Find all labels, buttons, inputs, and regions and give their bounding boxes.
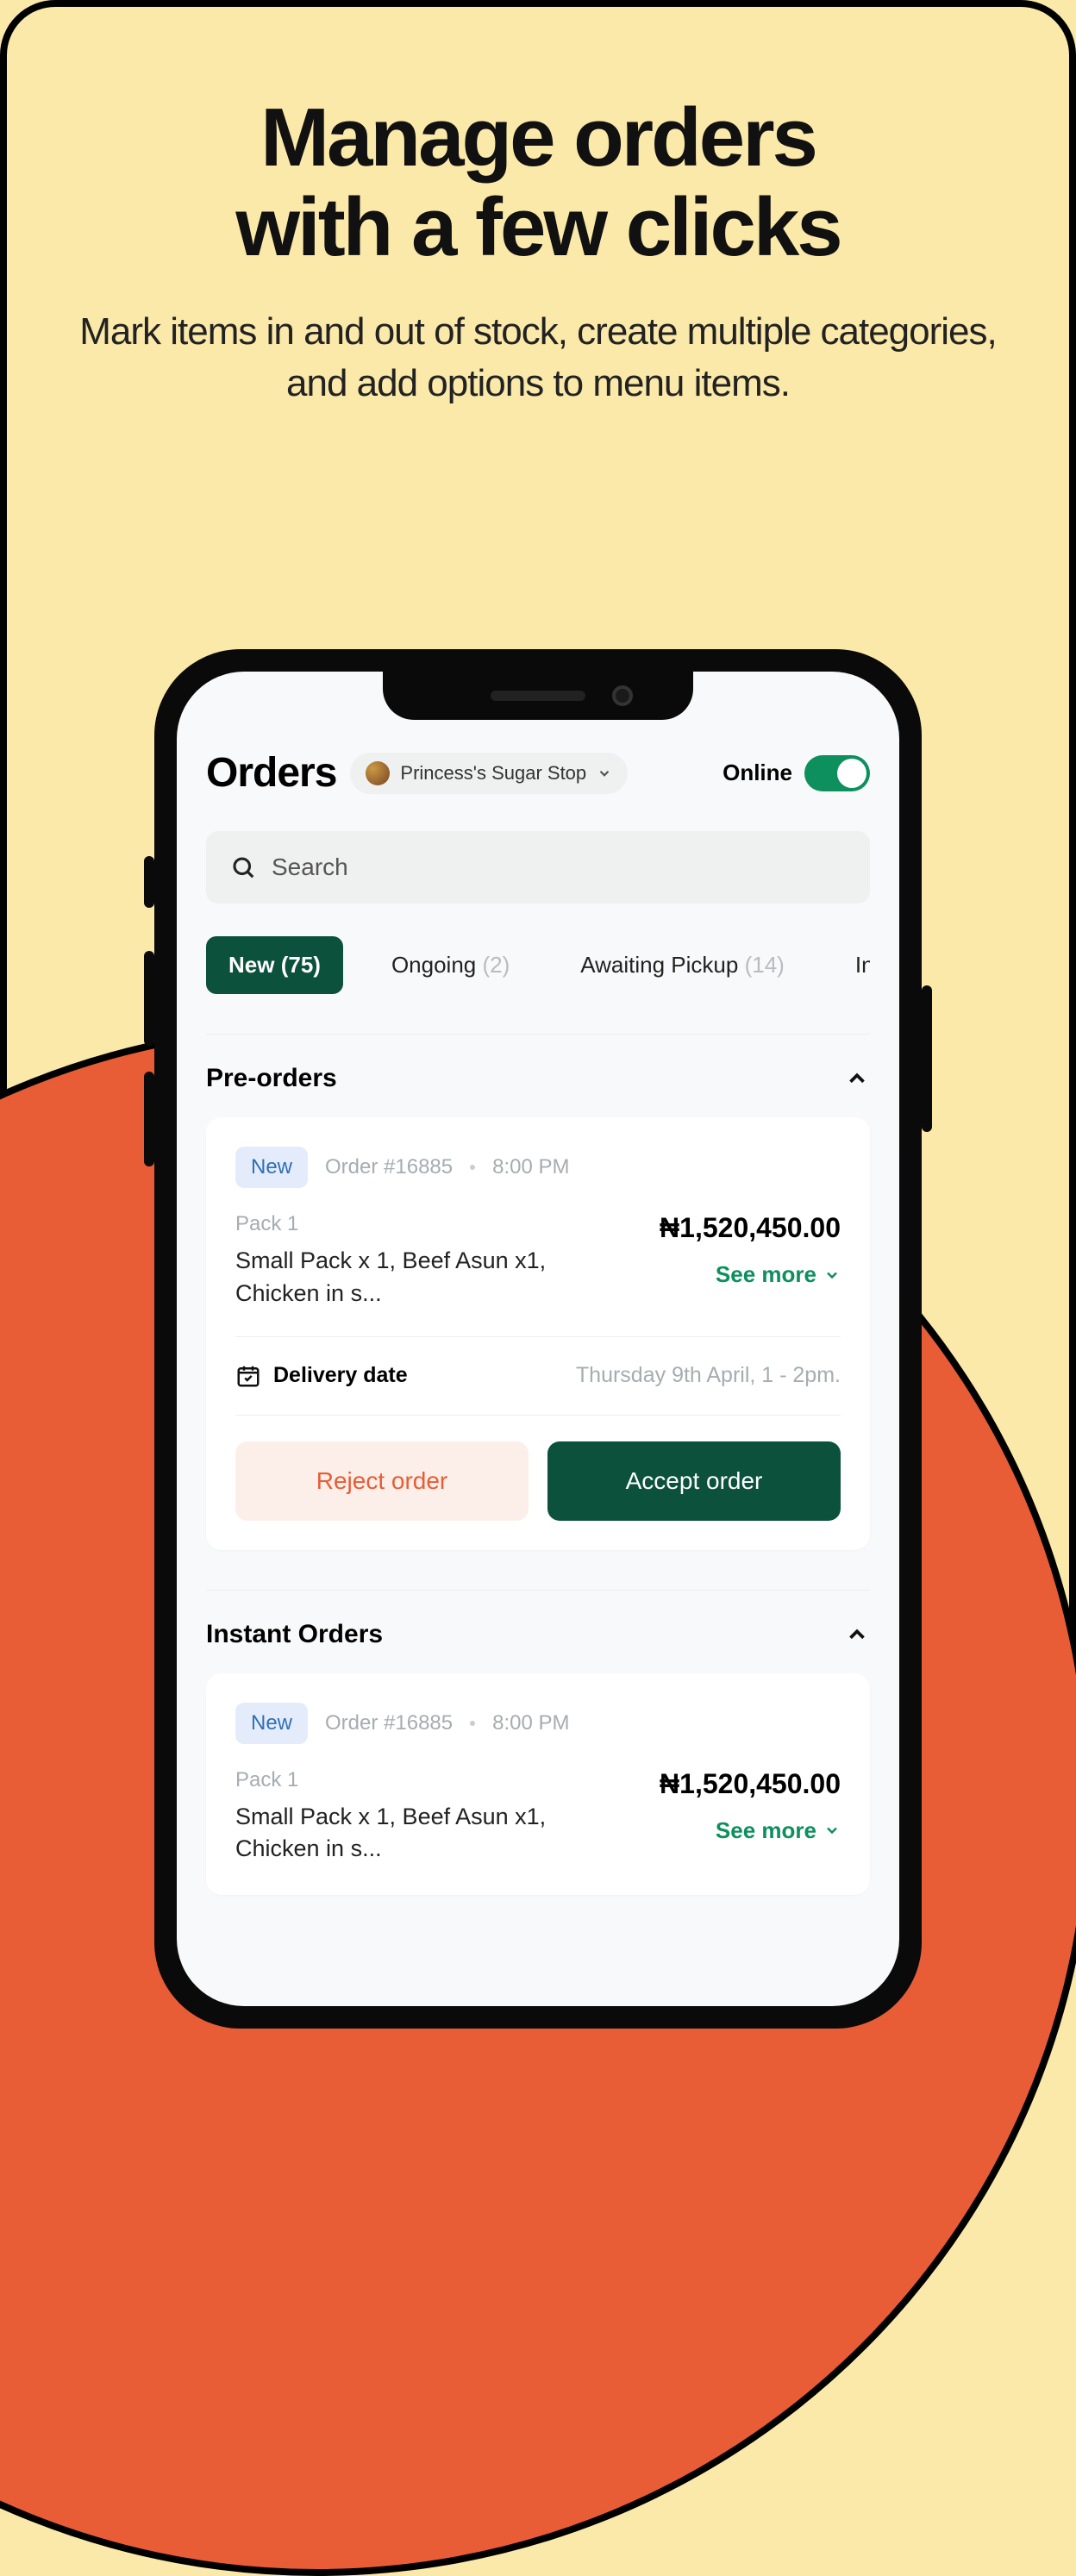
section-title: Instant Orders — [206, 1620, 383, 1649]
search-icon — [230, 854, 256, 880]
order-card-header: New Order #16885 8:00 PM — [235, 1703, 841, 1744]
section-preorders: Pre-orders New Order #16885 8:00 PM Pack… — [206, 1034, 870, 1550]
chevron-down-icon — [823, 1266, 841, 1284]
order-right: ₦1,520,450.00 See more — [660, 1212, 841, 1310]
order-number: Order #16885 — [325, 1711, 453, 1735]
tab-awaiting-pickup[interactable]: Awaiting Pickup (14) — [558, 936, 807, 994]
order-number: Order #16885 — [325, 1155, 453, 1179]
search-input[interactable]: Search — [206, 831, 870, 903]
chevron-down-icon — [823, 1822, 841, 1839]
front-camera — [612, 685, 633, 706]
order-price: ₦1,520,450.00 — [660, 1768, 841, 1800]
chevron-down-icon — [597, 766, 612, 781]
section-header-instant[interactable]: Instant Orders — [206, 1620, 870, 1649]
separator-dot — [470, 1165, 475, 1170]
order-items: Pack 1 Small Pack x 1, Beef Asun x1, Chi… — [235, 1768, 580, 1866]
pack-label: Pack 1 — [235, 1768, 580, 1792]
order-items: Pack 1 Small Pack x 1, Beef Asun x1, Chi… — [235, 1212, 580, 1310]
order-time: 8:00 PM — [492, 1155, 569, 1179]
calendar-check-icon — [235, 1363, 261, 1389]
online-toggle[interactable] — [804, 755, 870, 791]
status-tabs: New (75) Ongoing (2) Awaiting Pickup (14… — [206, 936, 870, 994]
hero-subtitle: Mark items in and out of stock, create m… — [76, 306, 1000, 409]
phone-screen: Orders Princess's Sugar Stop Online Sear… — [177, 672, 899, 2006]
order-card-header: New Order #16885 8:00 PM — [235, 1147, 841, 1188]
order-card: New Order #16885 8:00 PM Pack 1 Small Pa… — [206, 1117, 870, 1550]
phone-mockup: Orders Princess's Sugar Stop Online Sear… — [154, 649, 922, 2029]
online-label: Online — [723, 760, 792, 786]
see-more-link[interactable]: See more — [660, 1261, 841, 1288]
phone-side-button — [922, 985, 932, 1132]
chevron-up-icon — [844, 1066, 870, 1091]
separator-dot — [470, 1721, 475, 1726]
status-badge: New — [235, 1703, 308, 1744]
divider — [235, 1336, 841, 1337]
section-instant-orders: Instant Orders New Order #16885 8:00 PM … — [206, 1590, 870, 1896]
page-title: Orders — [206, 749, 336, 797]
phone-side-button — [144, 951, 154, 1046]
order-price: ₦1,520,450.00 — [660, 1212, 841, 1244]
phone-side-button — [144, 1072, 154, 1166]
delivery-row: Delivery date Thursday 9th April, 1 - 2p… — [235, 1363, 841, 1389]
app-content: Orders Princess's Sugar Stop Online Sear… — [177, 672, 899, 1895]
online-status: Online — [723, 755, 870, 791]
divider — [235, 1415, 841, 1416]
tab-ongoing[interactable]: Ongoing (2) — [369, 936, 532, 994]
delivery-label: Delivery date — [273, 1363, 408, 1388]
reject-order-button[interactable]: Reject order — [235, 1441, 529, 1521]
accept-order-button[interactable]: Accept order — [547, 1441, 841, 1521]
search-placeholder: Search — [272, 853, 348, 881]
tab-in-transit[interactable]: In Transit ( — [833, 936, 870, 994]
chevron-up-icon — [844, 1622, 870, 1648]
items-text: Small Pack x 1, Beef Asun x1, Chicken in… — [235, 1801, 580, 1866]
section-header-preorders[interactable]: Pre-orders — [206, 1064, 870, 1093]
order-actions: Reject order Accept order — [235, 1441, 841, 1521]
order-time: 8:00 PM — [492, 1711, 569, 1735]
speaker-grille — [491, 691, 585, 701]
store-selector[interactable]: Princess's Sugar Stop — [350, 753, 628, 794]
section-title: Pre-orders — [206, 1064, 337, 1093]
hero-section: Manage orders with a few clicks Mark ite… — [7, 7, 1069, 409]
items-text: Small Pack x 1, Beef Asun x1, Chicken in… — [235, 1245, 580, 1310]
top-bar: Orders Princess's Sugar Stop Online — [206, 749, 870, 797]
delivery-date: Thursday 9th April, 1 - 2pm. — [576, 1363, 841, 1388]
pack-label: Pack 1 — [235, 1212, 580, 1236]
hero-title: Manage orders with a few clicks — [76, 93, 1000, 272]
store-avatar — [366, 761, 390, 785]
order-right: ₦1,520,450.00 See more — [660, 1768, 841, 1866]
store-name: Princess's Sugar Stop — [400, 762, 586, 785]
status-badge: New — [235, 1147, 308, 1188]
see-more-link[interactable]: See more — [660, 1817, 841, 1844]
phone-notch — [383, 672, 693, 720]
tab-new[interactable]: New (75) — [206, 936, 343, 994]
phone-side-button — [144, 856, 154, 908]
